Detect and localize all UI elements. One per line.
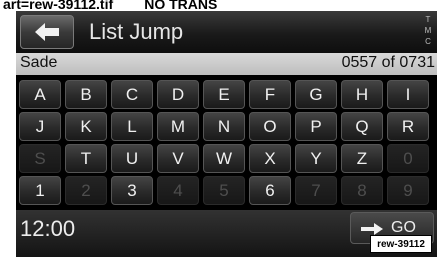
key-7: 7 [295,176,337,205]
key-0: 0 [387,144,429,173]
key-f[interactable]: F [249,80,291,109]
key-5: 5 [203,176,245,205]
status-bar: Sade 0557 of 0731 [16,53,437,75]
tmc-indicator: T M C [422,14,434,47]
key-8: 8 [341,176,383,205]
reference-tag: rew-39112 [370,235,432,253]
key-v[interactable]: V [157,144,199,173]
key-d[interactable]: D [157,80,199,109]
key-4: 4 [157,176,199,205]
key-j[interactable]: J [19,112,61,141]
key-s: S [19,144,61,173]
key-a[interactable]: A [19,80,61,109]
key-m[interactable]: M [157,112,199,141]
key-l[interactable]: L [111,112,153,141]
key-k[interactable]: K [65,112,107,141]
key-r[interactable]: R [387,112,429,141]
key-2: 2 [65,176,107,205]
key-z[interactable]: Z [341,144,383,173]
key-t[interactable]: T [65,144,107,173]
left-arrow-icon [35,23,59,41]
key-c[interactable]: C [111,80,153,109]
key-p[interactable]: P [295,112,337,141]
right-arrow-icon [361,223,383,235]
key-w[interactable]: W [203,144,245,173]
clock: 12:00 [20,216,76,241]
key-n[interactable]: N [203,112,245,141]
key-e[interactable]: E [203,80,245,109]
page-title: List Jump [89,19,184,44]
key-1[interactable]: 1 [19,176,61,205]
key-3[interactable]: 3 [111,176,153,205]
key-x[interactable]: X [249,144,291,173]
back-button[interactable] [20,15,74,49]
letter-keypad: ABCDEFGHI JKLMNOPQR STUVWXYZ0 123456789 [19,80,437,205]
key-o[interactable]: O [249,112,291,141]
key-i[interactable]: I [387,80,429,109]
key-g[interactable]: G [295,80,337,109]
radio-screen: List Jump T M C Sade 0557 of 0731 ABCDEF… [16,11,437,257]
key-b[interactable]: B [65,80,107,109]
current-item-name: Sade [20,54,58,71]
key-h[interactable]: H [341,80,383,109]
list-position: 0557 of 0731 [341,54,435,71]
key-6[interactable]: 6 [249,176,291,205]
tmc-letter: T [425,15,431,24]
tmc-letter: M [424,26,432,35]
key-9: 9 [387,176,429,205]
tmc-letter: C [425,37,431,46]
key-y[interactable]: Y [295,144,337,173]
title-bar: List Jump T M C [16,11,437,53]
key-q[interactable]: Q [341,112,383,141]
key-u[interactable]: U [111,144,153,173]
